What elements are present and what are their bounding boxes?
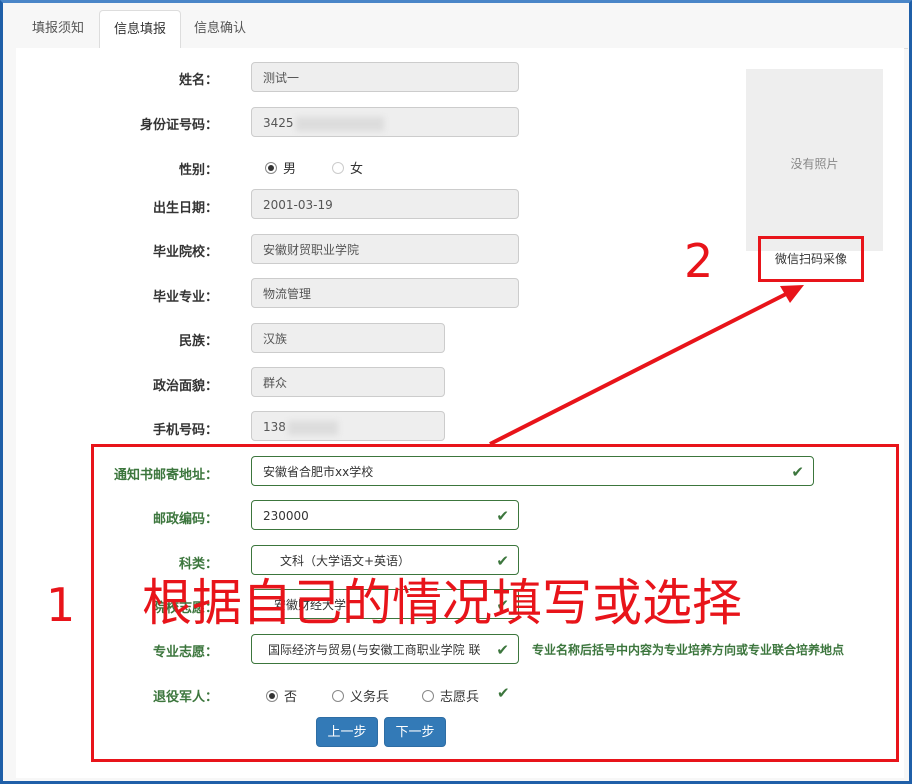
annotation-number-2: 2: [684, 234, 714, 288]
annotation-arrow: [489, 285, 804, 446]
annotation-instruction: 根据自己的情况填写或选择: [142, 574, 742, 632]
annotation-number-1: 1: [46, 578, 76, 632]
